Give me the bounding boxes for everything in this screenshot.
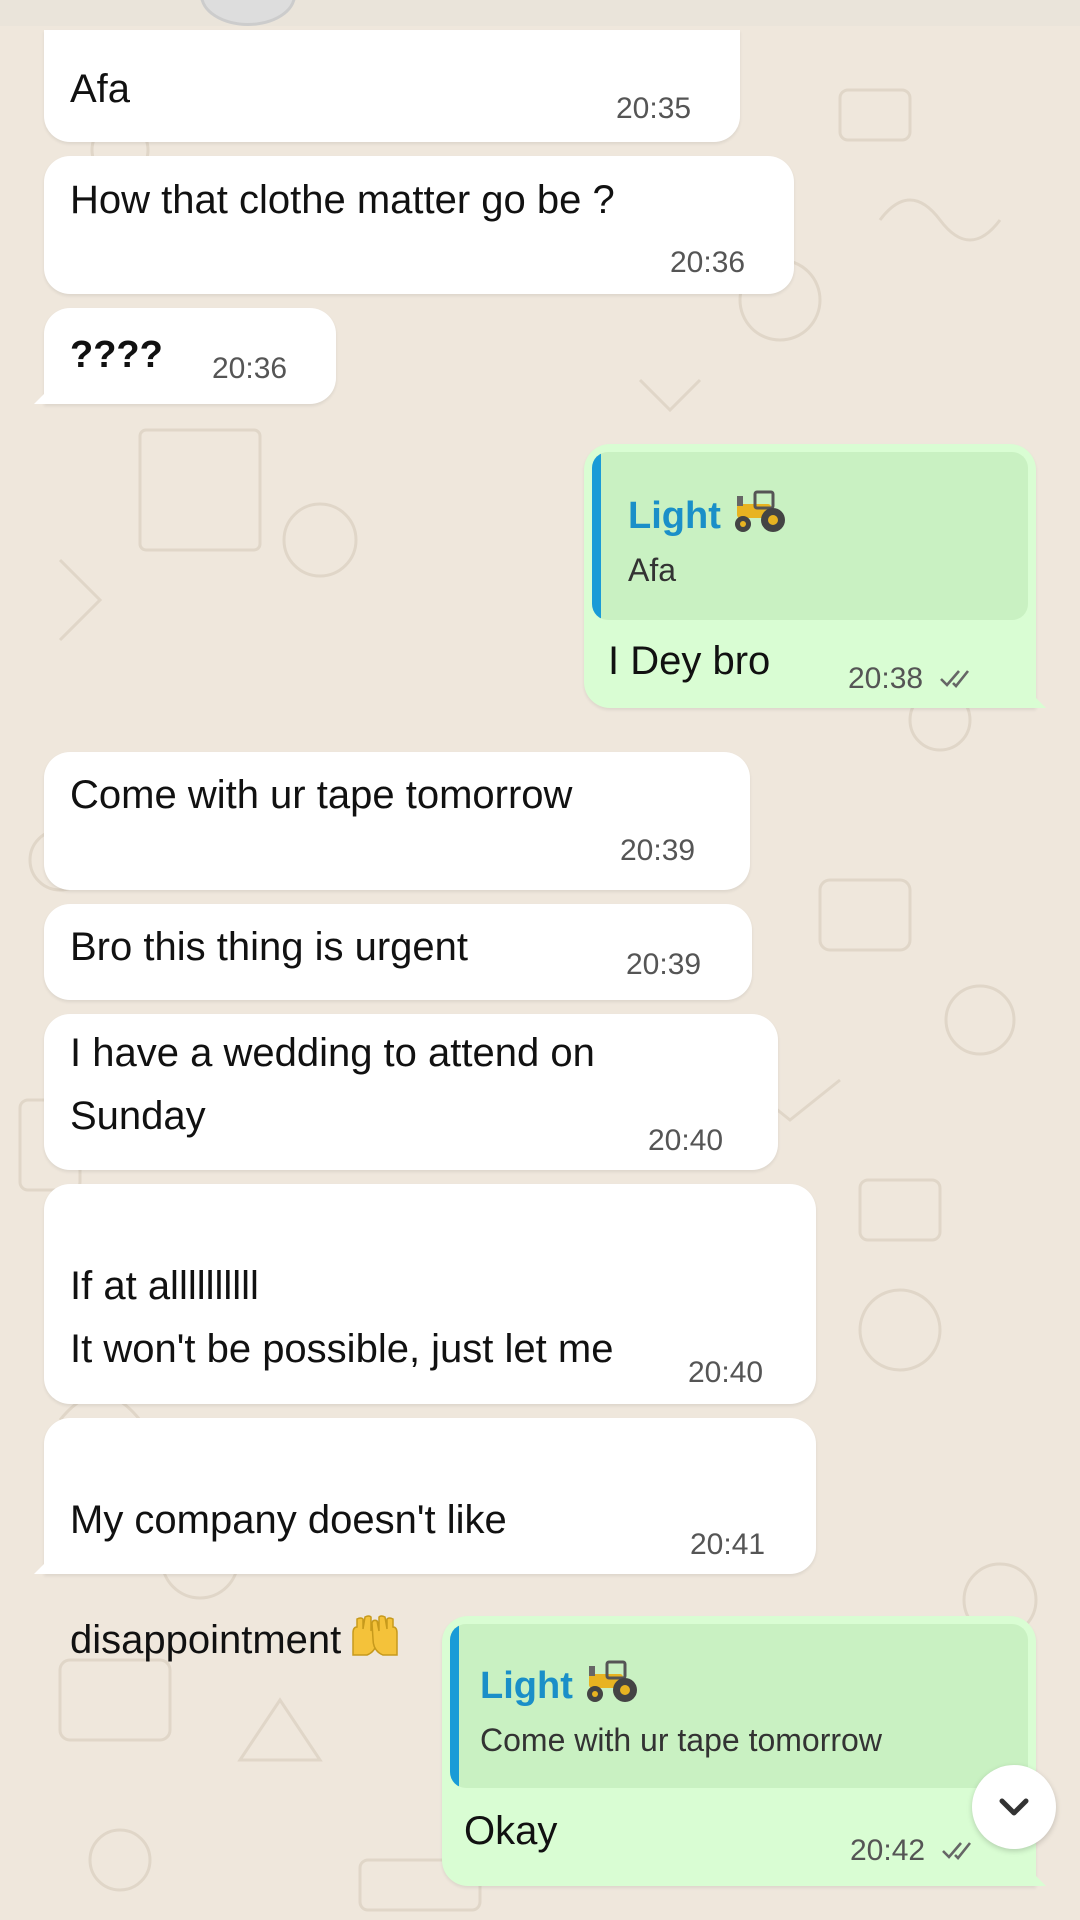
message-text: ???? [70,334,163,376]
chat-header-edge [0,0,1080,26]
bubble-tail [34,382,56,404]
message-time: 20:38 [848,662,977,697]
quote-text: Come with ur tape tomorrow [480,1722,882,1758]
raising-hands-emoji-icon [347,1552,403,1656]
message-bubble-incoming[interactable]: If at allllllllll It won't be possible, … [44,1184,816,1491]
message-bubble-incoming[interactable]: ???? 20:36 [34,308,336,404]
tractor-icon [583,1660,641,1707]
message-time: 20:42 [850,1834,979,1869]
message-bubble-incoming[interactable]: Bro this thing is urgent 20:39 [44,904,752,1000]
chevron-down-icon [999,1798,1029,1816]
message-time: 20:40 [688,1356,764,1389]
scroll-to-bottom-button[interactable] [972,1765,1056,1849]
message-bubble-incoming[interactable]: I have a wedding to attend on Sunday 20:… [44,1014,778,1170]
message-time: 20:40 [648,1124,724,1157]
message-text: Come with ur tape tomorrow [70,773,573,817]
message-text: How that clothe matter go be ? [70,178,615,222]
message-bubble-incoming[interactable]: Afa 20:35 [44,30,740,142]
quote-accent-bar [450,1624,459,1788]
message-text: Bro this thing is urgent [70,925,468,969]
bubble-tail [1024,686,1046,708]
quote-text: Afa [628,552,677,588]
bubble-tail [34,1552,56,1574]
message-time: 20:39 [620,834,696,867]
message-text: Afa [70,67,131,111]
quote-author: Light [628,490,789,538]
message-time: 20:36 [670,246,746,279]
bubble-tail [1024,1864,1046,1886]
message-text: My company doesn't like disappointment [70,1498,507,1662]
read-ticks-icon [939,663,977,697]
message-time: 20:36 [212,352,288,385]
quote-author: Light [480,1660,641,1708]
quote-accent-bar [592,452,601,620]
message-time: 20:41 [690,1528,766,1561]
message-bubble-incoming[interactable]: My company doesn't like disappointment 2… [34,1418,816,1662]
message-bubble-outgoing[interactable]: Light Afa I Dey bro 20:38 [584,444,1046,708]
reply-quote[interactable]: Light Afa [592,452,1028,620]
message-text: I have a wedding to attend on Sunday [70,1031,595,1138]
reply-quote[interactable]: Light Come with ur tape tomorrow [450,1624,1028,1788]
message-text: I Dey bro [608,639,771,683]
message-time: 20:39 [626,948,702,981]
message-bubble-incoming[interactable]: How that clothe matter go be ? 20:36 [44,156,794,294]
message-time: 20:35 [616,92,692,125]
message-bubble-incoming[interactable]: Come with ur tape tomorrow 20:39 [44,752,750,890]
tractor-icon [731,490,789,537]
message-text: Okay [464,1809,558,1853]
message-bubble-outgoing[interactable]: Light Come with ur tape tomorrow Okay 20… [442,1616,1046,1886]
